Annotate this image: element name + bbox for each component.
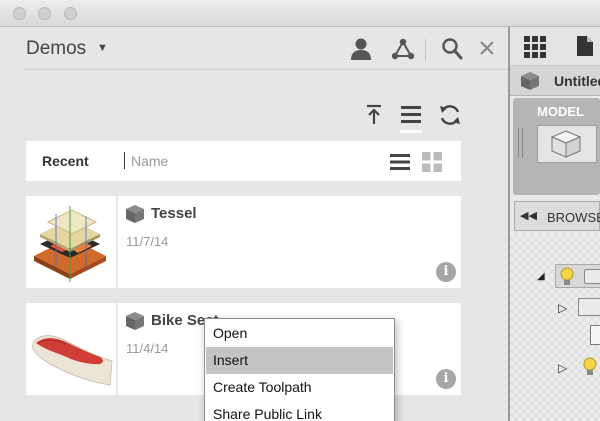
apps-grid-icon[interactable] — [524, 36, 546, 58]
search-icon[interactable] — [441, 37, 463, 61]
sort-recent-tab[interactable]: Recent — [42, 153, 89, 169]
design-workspace: Untitled MODEL ◀◀ BROWSER ◢ ▷ ▷ — [510, 27, 600, 421]
info-icon[interactable]: i — [436, 369, 456, 389]
file-title: Tessel — [151, 205, 197, 222]
list-view-icon[interactable] — [390, 152, 410, 172]
user-icon[interactable] — [350, 37, 372, 61]
refresh-icon[interactable] — [438, 103, 462, 127]
minimize-window-button[interactable] — [38, 7, 51, 20]
sort-bar: Recent Name — [26, 141, 461, 181]
lightbulb-icon[interactable] — [582, 357, 598, 377]
project-title[interactable]: Demos — [26, 38, 86, 60]
file-icon[interactable] — [576, 35, 594, 57]
file-card-body[interactable]: Tessel 11/7/14 i — [118, 196, 461, 288]
sort-name-tab[interactable]: Name — [131, 153, 168, 169]
tree-expander[interactable]: ◢ — [537, 271, 545, 282]
lightbulb-icon[interactable] — [559, 267, 575, 287]
design-cube-icon — [521, 72, 539, 90]
browser-label: BROWSER — [547, 210, 600, 225]
drag-handle[interactable] — [518, 128, 523, 158]
document-node-icon — [584, 269, 600, 284]
list-view-icon[interactable] — [400, 103, 422, 125]
menu-item-insert[interactable]: Insert — [206, 347, 393, 374]
file-card[interactable]: Tessel 11/7/14 i — [26, 196, 461, 288]
tree-expander[interactable]: ▷ — [558, 361, 567, 375]
tree-expander[interactable]: ▷ — [558, 301, 567, 315]
window-titlebar — [0, 0, 600, 27]
upload-icon[interactable] — [364, 103, 384, 125]
box-icon — [550, 130, 582, 158]
network-icon[interactable] — [391, 37, 415, 61]
workspace-toolbar — [510, 27, 600, 66]
bike-seat-thumbnail-image — [31, 335, 113, 386]
sort-separator — [124, 152, 125, 169]
info-icon[interactable]: i — [436, 262, 456, 282]
create-box-button[interactable] — [537, 125, 597, 163]
tessel-thumbnail-image — [34, 206, 106, 282]
browser-tree: ◢ ▷ ▷ — [510, 233, 600, 421]
folder-icon — [578, 298, 600, 316]
close-icon[interactable] — [479, 40, 495, 56]
workspace-switcher[interactable]: MODEL — [513, 98, 600, 195]
menu-item-open[interactable]: Open — [206, 320, 393, 347]
grid-view-icon[interactable] — [422, 152, 442, 172]
file-thumbnail[interactable] — [26, 303, 116, 395]
chevron-down-icon[interactable]: ▼ — [97, 42, 108, 54]
workspace-label: MODEL — [537, 104, 584, 119]
document-tab[interactable]: Untitled — [510, 66, 600, 96]
file-date: 11/7/14 — [126, 234, 169, 249]
file-date: 11/4/14 — [126, 341, 169, 356]
menu-item-create-toolpath[interactable]: Create Toolpath — [206, 374, 393, 401]
collapse-icon[interactable]: ◀◀ — [520, 209, 537, 222]
close-window-button[interactable] — [13, 7, 26, 20]
zoom-window-button[interactable] — [64, 7, 77, 20]
header-divider — [425, 39, 426, 61]
header-divider-line — [24, 69, 508, 70]
tree-node-root[interactable] — [555, 264, 600, 288]
context-menu: Open Insert Create Toolpath Share Public… — [204, 318, 395, 421]
design-cube-icon — [126, 312, 144, 330]
active-view-indicator — [400, 130, 422, 133]
sketch-icon — [590, 325, 600, 345]
document-tab-title: Untitled — [554, 73, 600, 89]
design-cube-icon — [126, 205, 144, 223]
browser-panel-header[interactable]: ◀◀ BROWSER — [514, 201, 600, 231]
file-thumbnail[interactable] — [26, 196, 116, 288]
menu-item-share-public-link[interactable]: Share Public Link — [206, 401, 393, 421]
